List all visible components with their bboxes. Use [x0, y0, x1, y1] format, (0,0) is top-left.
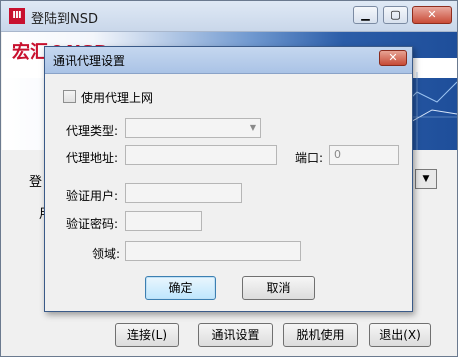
auth-password-input[interactable] — [125, 211, 202, 231]
dialog-close-button[interactable]: ✕ — [379, 50, 407, 66]
minimize-button[interactable]: ▁ — [353, 6, 378, 24]
offline-button[interactable]: 脱机使用 — [283, 323, 358, 347]
proxy-settings-dialog: 通讯代理设置 ✕ 使用代理上网 代理类型: ▼ 代理地址: 端口: 0 验证用户… — [44, 46, 413, 312]
domain-input[interactable] — [125, 241, 301, 261]
auth-password-label: 验证密码: — [66, 217, 119, 231]
port-input[interactable]: 0 — [329, 145, 399, 165]
proxy-type-select[interactable]: ▼ — [125, 118, 261, 138]
comm-settings-button[interactable]: 通讯设置 — [198, 323, 273, 347]
server-dropdown-arrow[interactable]: ▼ — [415, 169, 437, 189]
port-label: 端口: — [295, 151, 324, 165]
connect-button[interactable]: 连接(L) — [115, 323, 179, 347]
dialog-title: 通讯代理设置 — [53, 54, 126, 68]
window-title: 登陆到NSD — [31, 12, 98, 27]
maximize-button[interactable]: ▢ — [383, 6, 408, 24]
proxy-type-label: 代理类型: — [66, 124, 119, 138]
chevron-down-icon: ▼ — [249, 123, 256, 132]
proxy-address-input[interactable] — [125, 145, 277, 165]
proxy-address-label: 代理地址: — [66, 151, 119, 165]
cancel-button[interactable]: 取消 — [242, 276, 315, 300]
domain-label: 领域: — [92, 247, 121, 261]
use-proxy-label[interactable]: 使用代理上网 — [81, 89, 153, 106]
login-label: 登 — [29, 175, 43, 190]
ok-button[interactable]: 确定 — [145, 276, 216, 300]
auth-user-label: 验证用户: — [66, 189, 119, 203]
dialog-titlebar[interactable]: 通讯代理设置 ✕ — [45, 47, 412, 74]
auth-user-input[interactable] — [125, 183, 242, 203]
main-titlebar[interactable]: Ⅲ 登陆到NSD ▁ ▢ ✕ — [1, 1, 457, 32]
app-icon: Ⅲ — [9, 8, 25, 24]
exit-button[interactable]: 退出(X) — [369, 323, 431, 347]
close-button[interactable]: ✕ — [412, 6, 452, 24]
use-proxy-checkbox[interactable] — [63, 90, 76, 103]
